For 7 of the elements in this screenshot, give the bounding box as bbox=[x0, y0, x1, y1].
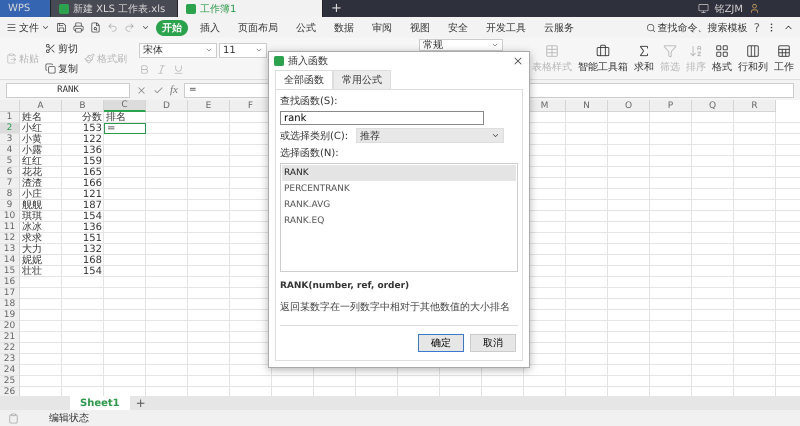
function-signature: RANK(number, ref, order) bbox=[280, 281, 410, 291]
function-description: 返回某数字在一列数字中相对于其他数值的大小排名 bbox=[280, 300, 511, 314]
status-text: 编辑状态 bbox=[49, 412, 89, 425]
dialog-title: 插入函数 bbox=[288, 54, 328, 68]
category-label: 或选择类别(C): bbox=[280, 130, 348, 142]
search-label: 查找函数(S): bbox=[280, 94, 339, 108]
list-label: 选择函数(N): bbox=[280, 146, 340, 160]
